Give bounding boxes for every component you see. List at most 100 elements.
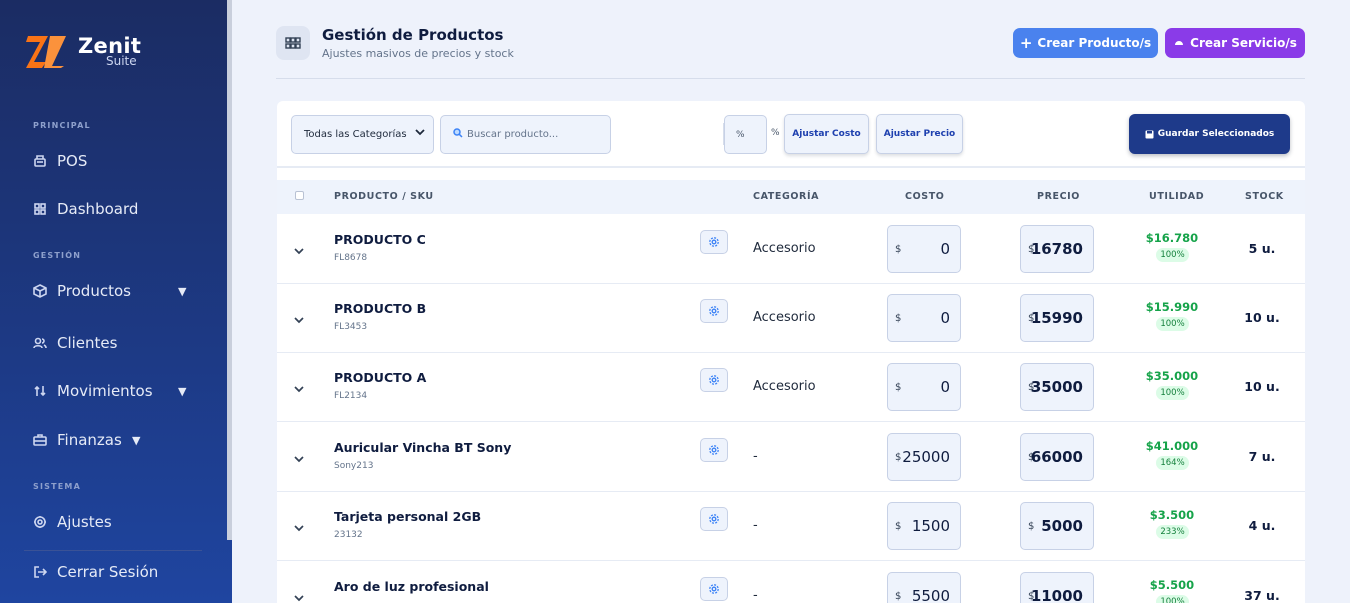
sidebar-item-label: Ajustes xyxy=(57,513,112,531)
currency-symbol: $ xyxy=(895,244,902,255)
price-input[interactable]: $15990 xyxy=(1020,294,1094,342)
caret-down-icon[interactable]: ▼ xyxy=(178,285,186,298)
column-product[interactable]: PRODUCTO / SKU xyxy=(334,191,434,202)
cost-input[interactable]: $1500 xyxy=(887,502,961,550)
column-price[interactable]: PRECIO xyxy=(1037,191,1080,202)
profit-value: $35.000 xyxy=(1145,369,1199,383)
table-row[interactable]: Aro de luz profesional - $5500 $11000 $5.500… xyxy=(277,561,1305,603)
stock-value: 7 u. xyxy=(1248,449,1276,464)
create-service-button[interactable]: Crear Servicio/s xyxy=(1165,28,1305,58)
profit-value: $5.500 xyxy=(1149,578,1195,592)
sidebar-item-label: POS xyxy=(57,152,88,170)
table-row[interactable]: Auricular Vincha BT Sony Sony213- $25000 $6… xyxy=(277,422,1305,492)
search-input[interactable]: Buscar producto... xyxy=(440,115,611,154)
caret-down-icon[interactable]: ▼ xyxy=(178,385,186,398)
section-sistema: SISTEMA xyxy=(33,482,81,491)
profit-value: $41.000 xyxy=(1145,439,1199,453)
currency-symbol: $ xyxy=(1028,521,1035,532)
caret-down-icon[interactable]: ▼ xyxy=(132,434,140,447)
column-cost[interactable]: COSTO xyxy=(905,191,944,202)
price-input[interactable]: $5000 xyxy=(1020,502,1094,550)
sidebar-item-ajustes[interactable]: Ajustes xyxy=(33,513,193,531)
toolbar-divider xyxy=(277,166,1305,168)
product-settings-button[interactable] xyxy=(700,438,728,462)
currency-symbol: $ xyxy=(895,313,902,324)
sidebar-item-dashboard[interactable]: Dashboard xyxy=(33,200,193,218)
adjust-price-button[interactable]: Ajustar Precio xyxy=(876,114,963,154)
table-row[interactable]: PRODUCTO A FL2134 Accesorio $0 $35000 $35.000… xyxy=(277,352,1305,422)
gear-icon xyxy=(709,306,719,316)
percent-input[interactable]: % xyxy=(724,115,767,154)
category-select[interactable]: Todas las Categorías xyxy=(291,115,434,154)
price-input[interactable]: $35000 xyxy=(1020,363,1094,411)
currency-symbol: $ xyxy=(895,591,902,602)
price-value: 15990 xyxy=(1030,309,1083,327)
product-category: Accesorio xyxy=(753,310,816,325)
plus-icon: + xyxy=(1019,33,1033,52)
column-category[interactable]: CATEGORÍA xyxy=(753,191,819,202)
sidebar-item-clientes[interactable]: Clientes xyxy=(33,334,193,352)
save-selected-button[interactable]: Guardar Seleccionados xyxy=(1129,114,1290,154)
table-row[interactable]: PRODUCTO B FL3453 Accesorio $0 $15990 $15.990… xyxy=(277,283,1305,353)
product-settings-button[interactable] xyxy=(700,299,728,323)
gear-icon xyxy=(709,584,719,594)
product-settings-button[interactable] xyxy=(700,577,728,601)
expand-chevron-icon[interactable] xyxy=(293,242,305,255)
search-placeholder: Buscar producto... xyxy=(467,129,559,140)
expand-chevron-icon[interactable] xyxy=(293,589,305,602)
cost-input[interactable]: $5500 xyxy=(887,572,961,603)
sidebar-item-label: Clientes xyxy=(57,334,118,352)
sidebar-item-label: Cerrar Sesión xyxy=(57,563,159,581)
sidebar-item-label: Movimientos xyxy=(57,382,153,400)
zenit-logo-icon xyxy=(26,32,68,70)
product-category: - xyxy=(753,588,758,603)
brand-logo[interactable]: Zenit Suite xyxy=(26,32,141,70)
cost-input[interactable]: $0 xyxy=(887,294,961,342)
expand-chevron-icon[interactable] xyxy=(293,450,305,463)
product-sku: FL8678 xyxy=(334,253,368,263)
expand-chevron-icon[interactable] xyxy=(293,380,305,393)
create-product-button[interactable]: + Crear Producto/s xyxy=(1013,28,1158,58)
product-category: - xyxy=(753,449,758,464)
section-principal: PRINCIPAL xyxy=(33,121,91,130)
sidebar-item-finanzas[interactable]: Finanzas xyxy=(33,431,193,449)
page-subtitle: Ajustes masivos de precios y stock xyxy=(322,47,514,60)
users-icon xyxy=(33,337,47,349)
currency-symbol: $ xyxy=(895,452,902,463)
price-value: 16780 xyxy=(1030,240,1083,258)
product-settings-button[interactable] xyxy=(700,230,728,254)
logout-icon xyxy=(34,566,47,578)
brand-sub: Suite xyxy=(106,53,137,68)
product-settings-button[interactable] xyxy=(700,507,728,531)
sidebar-item-label: Finanzas xyxy=(57,431,122,449)
sidebar-scrollbar[interactable] xyxy=(227,0,232,540)
expand-chevron-icon[interactable] xyxy=(293,311,305,324)
sidebar-item-productos[interactable]: Productos xyxy=(33,282,193,300)
column-stock[interactable]: STOCK xyxy=(1245,191,1284,202)
adjust-cost-button[interactable]: Ajustar Costo xyxy=(784,114,869,154)
sidebar-item-logout[interactable]: Cerrar Sesión xyxy=(33,563,193,581)
table-row[interactable]: Tarjeta personal 2GB 23132- $1500 $5000 $3.5… xyxy=(277,491,1305,561)
cost-input[interactable]: $0 xyxy=(887,225,961,273)
price-input[interactable]: $66000 xyxy=(1020,433,1094,481)
profit-value: $3.500 xyxy=(1149,508,1195,522)
register-icon xyxy=(34,155,46,167)
price-input[interactable]: $11000 xyxy=(1020,572,1094,603)
save-selected-label: Guardar Seleccionados xyxy=(1157,129,1275,139)
product-name: PRODUCTO A xyxy=(334,370,427,385)
product-sku: FL3453 xyxy=(334,322,368,332)
column-profit[interactable]: UTILIDAD xyxy=(1149,191,1204,202)
price-input[interactable]: $16780 xyxy=(1020,225,1094,273)
grid-icon xyxy=(34,203,46,215)
sidebar-item-pos[interactable]: POS xyxy=(33,152,193,170)
cost-input[interactable]: $0 xyxy=(887,363,961,411)
currency-symbol: $ xyxy=(895,521,902,532)
product-settings-button[interactable] xyxy=(700,368,728,392)
table-row[interactable]: PRODUCTO C FL8678 Accesorio $0 $16780 $16.780… xyxy=(277,214,1305,284)
sidebar: Zenit Suite PRINCIPAL POS Dashboard GEST… xyxy=(0,0,232,603)
expand-chevron-icon[interactable] xyxy=(293,519,305,532)
margin-badge: 100% xyxy=(1156,248,1189,262)
cost-input[interactable]: $25000 xyxy=(887,433,961,481)
select-all-checkbox[interactable] xyxy=(295,191,304,200)
sidebar-item-movimientos[interactable]: Movimientos xyxy=(33,382,193,400)
